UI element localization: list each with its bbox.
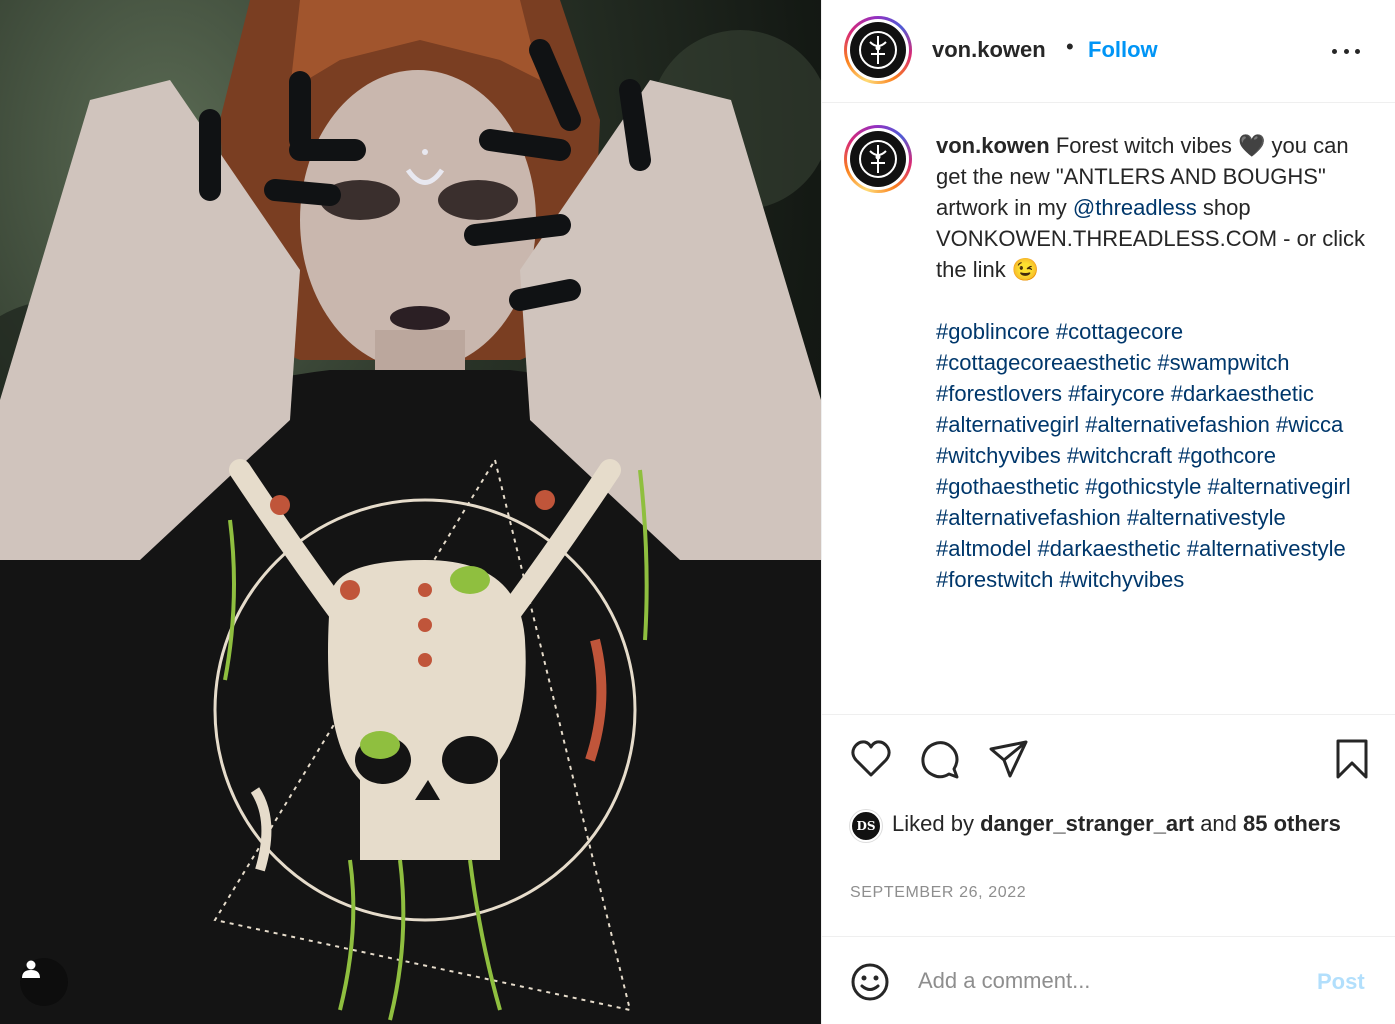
- hashtag-link[interactable]: #forestwitch: [936, 567, 1053, 592]
- comment-input[interactable]: [918, 961, 1298, 1001]
- comment-bar: Post: [822, 936, 1395, 1024]
- user-icon: [22, 960, 40, 978]
- post-date[interactable]: SEPTEMBER 26, 2022: [850, 884, 1026, 902]
- hashtag-link[interactable]: #alternativefashion: [1085, 412, 1270, 437]
- more-options-icon[interactable]: [1326, 36, 1366, 66]
- hashtag-link[interactable]: #darkaesthetic: [1038, 536, 1181, 561]
- hashtag-link[interactable]: #alternativestyle: [1127, 505, 1286, 530]
- hashtag-link[interactable]: #alternativegirl: [936, 412, 1079, 437]
- hashtag-link[interactable]: #wicca: [1276, 412, 1343, 437]
- hashtag-link[interactable]: #gothicstyle: [1085, 474, 1201, 499]
- sigil-logo-icon: [859, 140, 897, 178]
- hashtag-link[interactable]: #fairycore: [1068, 381, 1165, 406]
- hashtag-link[interactable]: #cottagecoreaesthetic: [936, 350, 1151, 375]
- likes-middle: and: [1200, 811, 1237, 836]
- post-header: von.kowen • Follow: [822, 0, 1395, 103]
- post-image: [0, 0, 821, 1024]
- tagged-users-button[interactable]: [20, 958, 68, 1006]
- likes-others-link[interactable]: 85 others: [1243, 811, 1341, 836]
- post-photo[interactable]: [0, 0, 821, 1024]
- hashtag-link[interactable]: #cottagecore: [1056, 319, 1183, 344]
- follow-button[interactable]: Follow: [1088, 37, 1158, 63]
- share-icon[interactable]: [988, 739, 1030, 779]
- hashtag-link[interactable]: #gothcore: [1178, 443, 1276, 468]
- hashtag-link[interactable]: #witchcraft: [1067, 443, 1172, 468]
- separator-dot: •: [1066, 34, 1074, 59]
- likes-prefix: Liked by: [892, 811, 974, 836]
- liker-avatar[interactable]: DS: [850, 810, 882, 842]
- hashtag-link[interactable]: #darkaesthetic: [1171, 381, 1314, 406]
- hashtag-link[interactable]: #alternativegirl: [1208, 474, 1351, 499]
- liker-username[interactable]: danger_stranger_art: [980, 811, 1194, 836]
- caption-section: von.kowen Forest witch vibes 🖤 you can g…: [822, 103, 1395, 715]
- hashtag-link[interactable]: #gothaesthetic: [936, 474, 1079, 499]
- post-details-panel: von.kowen • Follow von.kowen Forest witc…: [821, 0, 1395, 1024]
- mention-link[interactable]: @threadless: [1073, 195, 1197, 220]
- hashtag-link[interactable]: #goblincore: [936, 319, 1050, 344]
- author-username[interactable]: von.kowen: [932, 37, 1046, 63]
- action-bar: [822, 715, 1395, 805]
- caption-author-username[interactable]: von.kowen: [936, 133, 1050, 158]
- hashtag-link[interactable]: #witchyvibes: [1060, 567, 1185, 592]
- hashtag-link[interactable]: #forestlovers: [936, 381, 1062, 406]
- sigil-logo-icon: [859, 31, 897, 69]
- hashtag-link[interactable]: #altmodel: [936, 536, 1031, 561]
- caption-line-1: Forest witch vibes 🖤: [1055, 133, 1266, 158]
- caption-author-avatar[interactable]: [844, 125, 912, 193]
- bookmark-icon[interactable]: [1334, 739, 1370, 779]
- emoji-icon[interactable]: [850, 962, 890, 1002]
- author-avatar[interactable]: [844, 16, 912, 84]
- hashtag-link[interactable]: #swampwitch: [1157, 350, 1289, 375]
- hashtag-link[interactable]: #witchyvibes: [936, 443, 1061, 468]
- hashtag-list: #goblincore #cottagecore #cottagecoreaes…: [936, 316, 1366, 595]
- hashtag-link[interactable]: #alternativestyle: [1187, 536, 1346, 561]
- caption-text: von.kowen Forest witch vibes 🖤 you can g…: [936, 130, 1366, 595]
- hashtag-link[interactable]: #alternativefashion: [936, 505, 1121, 530]
- post-comment-button[interactable]: Post: [1317, 969, 1365, 995]
- comment-icon[interactable]: [919, 739, 961, 779]
- heart-icon[interactable]: [850, 739, 892, 779]
